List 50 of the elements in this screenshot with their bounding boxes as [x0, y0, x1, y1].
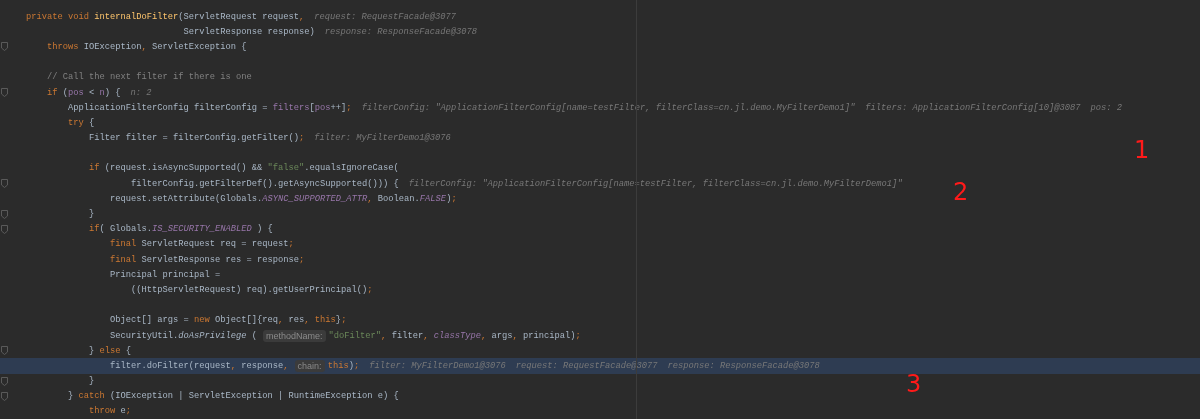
code-text: try {: [67, 117, 95, 128]
debug-value-hint: request: RequestFacade@3077: [314, 11, 457, 22]
code-text: ServletResponse response): [182, 26, 315, 37]
code-text: ApplicationFilterConfig filterConfig = filters[pos++];: [67, 102, 352, 113]
code-text: if (request.isAsyncSupported() && "false".equalsIgnoreCase(: [88, 163, 399, 174]
code-text: if( Globals.IS_SECURITY_ENABLED ) {: [88, 224, 273, 235]
debug-value-hint: filterConfig: "ApplicationFilterConfig[name=testFilter, filterClass=cn.jl.demo.MyFilterDemo1]": [361, 102, 856, 113]
fold-marker-icon[interactable]: [1, 209, 8, 219]
code-text: Object[] args = new Object[]{req, res, this};: [109, 315, 347, 326]
code-text: throws IOException, ServletException {: [46, 41, 247, 52]
fold-marker-icon[interactable]: [1, 224, 8, 234]
annotation-number: 1: [1134, 136, 1150, 164]
code-text: filterConfig.getFilterDef().getAsyncSupported())) {: [130, 178, 399, 189]
debug-value-hint: request: RequestFacade@3077: [515, 360, 658, 371]
fold-marker-icon[interactable]: [1, 376, 8, 386]
debug-value-hint: filter: MyFilterDemo1@3076: [369, 360, 506, 371]
code-text: } else {: [88, 345, 132, 356]
code-text: Filter filter = filterConfig.getFilter();: [88, 133, 305, 144]
fold-marker-icon[interactable]: [1, 88, 8, 98]
annotation-number: 2: [953, 178, 969, 206]
code-text: // Call the next filter if there is one: [46, 72, 252, 83]
parameter-hint: chain:: [294, 359, 325, 372]
debug-value-hint: response: ResponseFacade@3078: [667, 360, 820, 371]
code-text: private void internalDoFilter(ServletRequest request,: [26, 11, 305, 22]
code-text: SecurityUtil.doAsPrivilege (: [109, 330, 258, 341]
code-text: filter.doFilter(request, response,: [109, 360, 289, 371]
code-text: request.setAttribute(Globals.ASYNC_SUPPORTED_ATTR, Boolean.FALSE);: [109, 193, 457, 204]
code-text: throw e;: [88, 406, 132, 417]
code-text: final ServletResponse res = response;: [109, 254, 305, 265]
fold-marker-icon[interactable]: [1, 42, 8, 52]
code-text: ((HttpServletRequest) req).getUserPrincipal();: [130, 284, 373, 295]
code-text: }: [88, 376, 95, 387]
debug-value-hint: filter: MyFilterDemo1@3076: [314, 133, 451, 144]
debug-value-hint: pos: 2: [1090, 102, 1123, 113]
code-text: } catch (IOException | ServletException | RuntimeException e) {: [67, 391, 399, 402]
debug-value-hint: filters: ApplicationFilterConfig[10]@3087: [865, 102, 1081, 113]
annotation-number: 3: [906, 370, 922, 398]
debug-value-hint: filterConfig: "ApplicationFilterConfig[name=testFilter, filterClass=cn.jl.demo.MyFilterDemo1]": [408, 178, 903, 189]
code-text: this);: [327, 360, 360, 371]
debug-value-hint: n: 2: [130, 87, 152, 98]
fold-marker-icon[interactable]: [1, 346, 8, 356]
code-text: }: [88, 209, 95, 220]
parameter-hint: methodName:: [263, 329, 326, 342]
code-text: Principal principal =: [109, 269, 221, 280]
code-text: if (pos < n) {: [46, 87, 121, 98]
fold-marker-icon[interactable]: [1, 391, 8, 401]
debug-value-hint: response: ResponseFacade@3078: [324, 26, 478, 37]
fold-marker-icon[interactable]: [1, 179, 8, 189]
code-text: "doFilter", filter, classType, args, principal);: [328, 330, 581, 341]
code-text: final ServletRequest req = request;: [109, 239, 294, 250]
